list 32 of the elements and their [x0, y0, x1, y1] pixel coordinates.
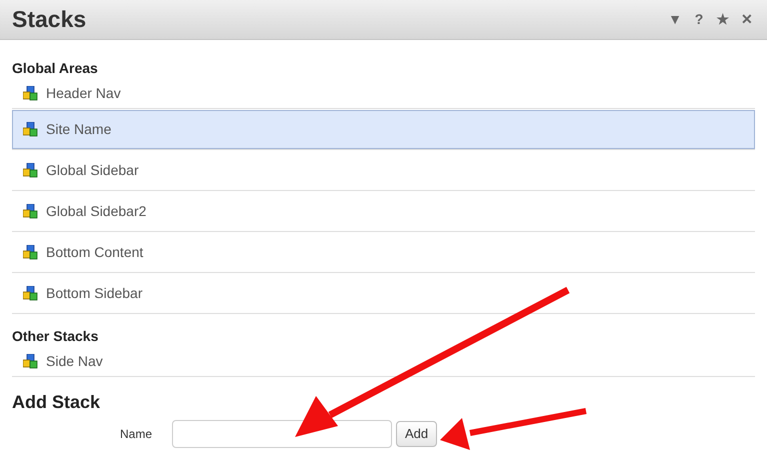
window-title: Stacks	[12, 5, 86, 34]
stack-label: Site Name	[46, 120, 112, 139]
cubes-icon	[23, 163, 38, 178]
stack-label: Global Sidebar2	[46, 202, 146, 221]
add-button[interactable]: Add	[396, 421, 438, 447]
cubes-icon	[23, 245, 38, 260]
stack-item[interactable]: Site Name	[12, 110, 755, 149]
stack-item[interactable]: Bottom Sidebar	[12, 274, 755, 313]
stack-label: Side Nav	[46, 352, 103, 370]
stack-item[interactable]: Global Sidebar	[12, 151, 755, 190]
cubes-icon	[23, 122, 38, 137]
stack-label: Bottom Content	[46, 243, 144, 262]
section-heading: Global Areas	[12, 59, 99, 78]
section-heading: Other Stacks	[12, 327, 100, 346]
cubes-icon	[23, 204, 38, 219]
stack-label: Global Sidebar	[46, 161, 139, 180]
window-control[interactable]: ★	[715, 9, 731, 30]
stack-item[interactable]: Global Sidebar2	[12, 192, 755, 231]
section-heading: Add Stack	[12, 391, 102, 414]
window-control[interactable]: ✕	[739, 9, 755, 30]
stack-item[interactable]: Header Nav	[12, 78, 755, 108]
name-input[interactable]	[172, 420, 392, 448]
window-control[interactable]: ?	[691, 9, 707, 30]
cubes-icon	[23, 354, 38, 368]
stack-item[interactable]: Bottom Content	[12, 233, 755, 272]
stack-label: Header Nav	[46, 84, 121, 102]
cubes-icon	[23, 86, 38, 100]
field-label: Name	[118, 426, 153, 443]
cubes-icon	[23, 286, 38, 301]
stack-label: Bottom Sidebar	[46, 284, 142, 303]
stack-item[interactable]: Side Nav	[12, 346, 755, 376]
window-control[interactable]: ▼	[667, 9, 683, 30]
